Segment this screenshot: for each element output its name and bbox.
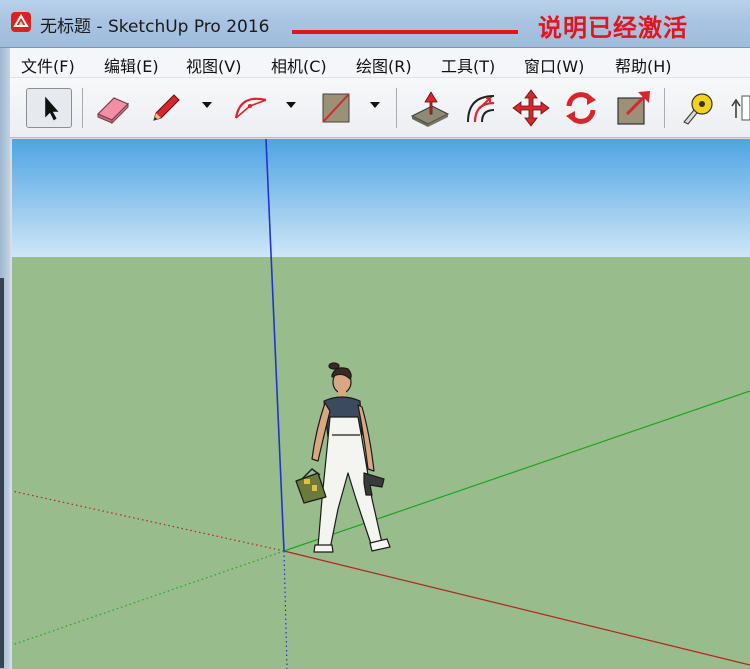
push-pull-tool-button[interactable] <box>408 88 452 128</box>
tape-measure-icon <box>683 93 713 125</box>
line-tool-button[interactable] <box>144 88 188 128</box>
select-tool-button[interactable] <box>26 88 72 128</box>
move-icon <box>512 89 550 127</box>
menu-tools[interactable]: 工具(T) <box>441 53 495 77</box>
move-tool-button[interactable] <box>509 88 553 128</box>
toolbar-separator <box>664 88 665 128</box>
menu-help[interactable]: 帮助(H) <box>615 53 672 77</box>
window-left-frame <box>0 48 10 669</box>
toolbar-separator <box>82 88 83 128</box>
menu-file[interactable]: 文件(F) <box>21 53 75 77</box>
model-viewport[interactable] <box>12 139 750 669</box>
arc-tool-dropdown-icon[interactable] <box>284 98 298 112</box>
arc-icon <box>234 97 267 119</box>
sketchup-logo-icon[interactable] <box>10 11 32 33</box>
menu-view[interactable]: 视图(V) <box>186 53 241 77</box>
rectangle-tool-dropdown-icon[interactable] <box>368 98 382 112</box>
rectangle-icon <box>322 93 350 123</box>
rectangle-tool-button[interactable] <box>314 88 358 128</box>
push-pull-icon <box>410 91 450 127</box>
window-title: 无标题 - SketchUp Pro 2016 <box>40 17 270 37</box>
rotate-tool-button[interactable] <box>559 88 603 128</box>
tape-measure-tool-button[interactable] <box>674 88 718 128</box>
sky-background <box>12 139 750 257</box>
rotate-icon <box>566 92 596 124</box>
scene-canvas <box>12 139 750 669</box>
offset-icon <box>467 95 495 123</box>
dimension-icon <box>731 95 750 121</box>
scale-icon <box>617 91 650 125</box>
title-bar: 无标题 - SketchUp Pro 2016 说明已经激活 <box>0 0 750 48</box>
line-tool-dropdown-icon[interactable] <box>200 98 214 112</box>
menu-bar: 文件(F) 编辑(E) 视图(V) 相机(C) 绘图(R) 工具(T) 窗口(W… <box>10 48 750 78</box>
arc-tool-button[interactable] <box>230 88 274 128</box>
pencil-icon <box>153 94 180 121</box>
menu-window[interactable]: 窗口(W) <box>524 53 584 77</box>
offset-tool-button[interactable] <box>460 88 504 128</box>
menu-edit[interactable]: 编辑(E) <box>104 53 159 77</box>
ground-plane <box>12 257 750 669</box>
toolbar-separator <box>396 88 397 128</box>
menu-camera[interactable]: 相机(C) <box>271 53 327 77</box>
activation-note: 说明已经激活 <box>538 14 688 42</box>
eraser-icon <box>96 97 130 125</box>
menu-draw[interactable]: 绘图(R) <box>356 53 412 77</box>
toolbar <box>10 78 750 138</box>
frame-dark-strip <box>0 278 4 668</box>
dimension-tool-button[interactable] <box>724 88 750 128</box>
title-underline-mark <box>292 30 518 34</box>
arrow-cursor-icon <box>45 96 59 121</box>
eraser-tool-button[interactable] <box>92 88 136 128</box>
scale-tool-button[interactable] <box>611 88 655 128</box>
